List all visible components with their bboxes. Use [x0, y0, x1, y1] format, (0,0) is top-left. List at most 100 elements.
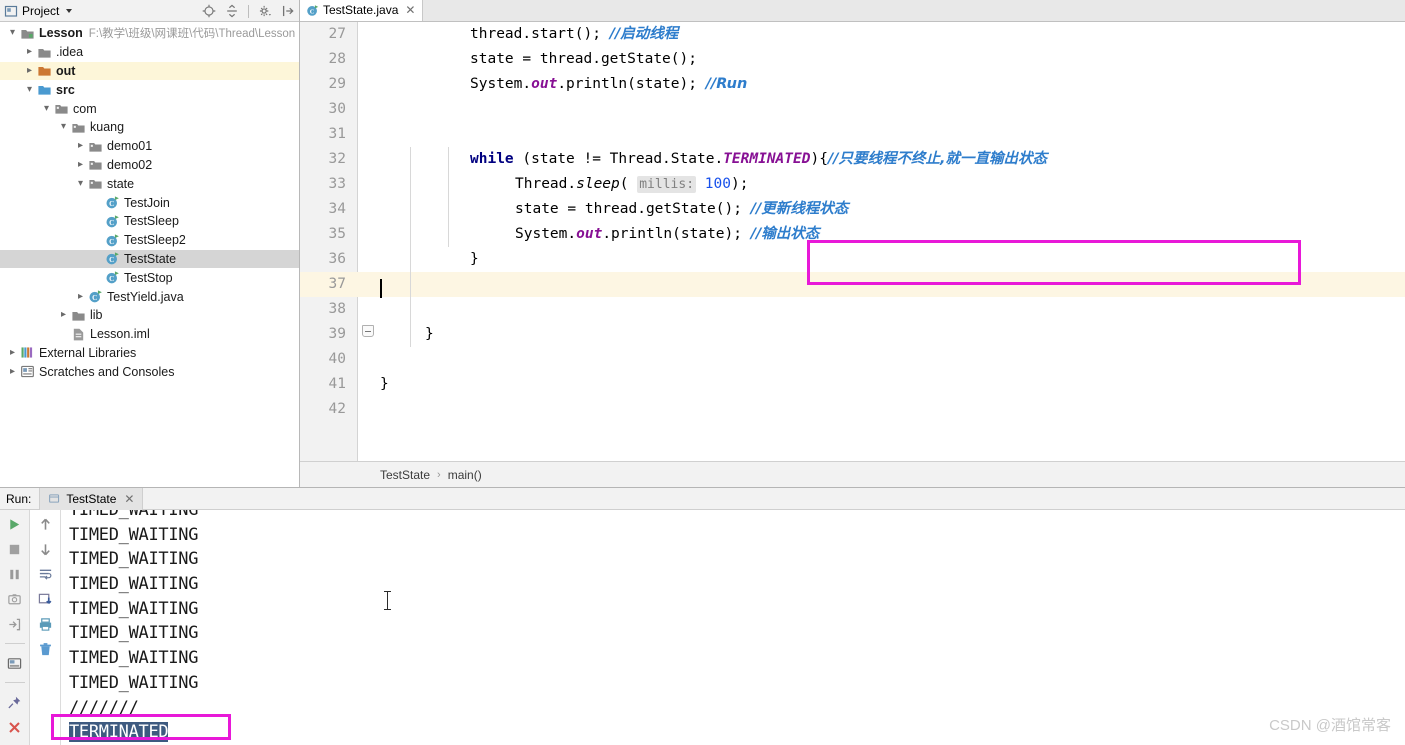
code-line-27[interactable]: 27 thread.start(); //启动线程	[300, 22, 1405, 47]
pin-icon[interactable]	[6, 693, 24, 711]
tree-item-label: state	[107, 176, 135, 191]
chevron-right-icon[interactable]: ▸	[74, 159, 87, 170]
tree-item-src[interactable]: ▾ src	[0, 80, 299, 99]
code-line-40[interactable]: 40	[300, 347, 1405, 372]
chevron-right-icon[interactable]: ▸	[57, 310, 70, 320]
console-line-selected[interactable]: TERMINATED	[62, 720, 1405, 745]
fold-marker[interactable]	[362, 325, 374, 337]
gear-icon[interactable]	[258, 4, 272, 18]
hide-icon[interactable]	[281, 4, 295, 18]
code-line-34[interactable]: 34 state = thread.getState(); //更新线程状态	[300, 197, 1405, 222]
down-arrow-icon[interactable]	[37, 540, 55, 558]
code-lines[interactable]: 27 thread.start(); //启动线程 28 state = thread…	[300, 22, 1405, 422]
breadcrumb[interactable]: TestState › main()	[300, 461, 1405, 487]
chevron-right-icon[interactable]: ▸	[23, 65, 36, 76]
run-tab-teststate[interactable]: TestState ✕	[39, 487, 144, 510]
run-toolbar-primary[interactable]	[0, 510, 30, 745]
tree-item-lesson-iml[interactable]: Lesson.iml	[0, 325, 299, 344]
tree-item-out[interactable]: ▸ out	[0, 61, 299, 81]
tree-item-idea[interactable]: ▸ .idea	[0, 43, 299, 62]
tree-item-demo01[interactable]: ▸ demo01	[0, 137, 299, 156]
trash-icon[interactable]	[37, 640, 55, 658]
console-line[interactable]: TIMED_WAITING	[62, 572, 1405, 597]
tree-item-teststop[interactable]: C TestStop	[0, 268, 299, 287]
close-icon[interactable]	[6, 718, 24, 736]
code-line-28[interactable]: 28 state = thread.getState();	[300, 47, 1405, 72]
exit-icon[interactable]	[6, 615, 24, 633]
console-view-icon[interactable]	[6, 654, 24, 672]
editor-tab-label: TestState.java	[323, 3, 399, 17]
chevron-down-icon[interactable]: ▾	[57, 122, 70, 132]
collapse-all-icon[interactable]	[225, 4, 239, 18]
tree-item-testjoin[interactable]: C TestJoin	[0, 193, 299, 212]
up-arrow-icon[interactable]	[37, 515, 55, 533]
tree-item-external-libraries[interactable]: ▸ External Libraries	[0, 344, 299, 363]
breadcrumb-method[interactable]: main()	[448, 468, 482, 482]
console-line[interactable]: TIMED_WAITING	[62, 523, 1405, 548]
code-line-31[interactable]: 31	[300, 122, 1405, 147]
code-line-32[interactable]: 32 while (state != Thread.State.TERMINATE…	[300, 147, 1405, 172]
run-toolbar-secondary[interactable]	[31, 510, 61, 745]
package-icon	[87, 139, 103, 154]
print-icon[interactable]	[37, 615, 55, 633]
scroll-to-end-icon[interactable]	[37, 590, 55, 608]
pause-icon[interactable]	[6, 565, 24, 583]
rerun-icon[interactable]	[6, 515, 24, 533]
tree-item-lib[interactable]: ▸ lib	[0, 306, 299, 325]
locate-icon[interactable]	[202, 4, 216, 18]
code-line-33[interactable]: 33 Thread.sleep( millis: 100);	[300, 172, 1405, 197]
console-line[interactable]: TIMED_WAITING	[62, 510, 1405, 523]
chevron-right-icon[interactable]: ▸	[23, 47, 36, 57]
chevron-down-icon[interactable]: ▾	[40, 103, 53, 114]
tree-item-testsleep2[interactable]: C TestSleep2	[0, 231, 299, 250]
code-line-30[interactable]: 30	[300, 97, 1405, 122]
tree-item-com[interactable]: ▾ com	[0, 99, 299, 118]
code-line-37[interactable]: 37	[300, 272, 1405, 297]
breadcrumb-class[interactable]: TestState	[380, 468, 430, 482]
chevron-right-icon[interactable]: ▸	[74, 141, 87, 151]
console-line[interactable]: ///////	[62, 696, 1405, 721]
code-line-41[interactable]: 41}	[300, 372, 1405, 397]
tree-item-demo02[interactable]: ▸ demo02	[0, 156, 299, 175]
chevron-right-icon[interactable]: ▸	[6, 347, 19, 358]
code-line-29[interactable]: 29 System.out.println(state); //Run	[300, 72, 1405, 97]
stop-icon[interactable]	[6, 540, 24, 558]
editor-tab-teststate[interactable]: C TestState.java ✕	[300, 0, 424, 21]
tree-item-teststate[interactable]: C TestState	[0, 249, 299, 269]
tree-item-label: TestYield.java	[107, 289, 184, 304]
project-title-button[interactable]: Project	[4, 4, 73, 18]
close-icon[interactable]: ✕	[124, 492, 134, 506]
svg-text:C: C	[109, 200, 114, 208]
console-output[interactable]: TIMED_WAITING TIMED_WAITING TIMED_WAITING T…	[62, 510, 1405, 745]
tree-item-lesson[interactable]: ▾ Lesson F:\教学\班级\网课班\代码\Thread\Lesson	[0, 24, 299, 43]
tree-item-kuang[interactable]: ▾ kuang	[0, 118, 299, 137]
code-line-39[interactable]: 39}	[300, 322, 1405, 347]
console-line[interactable]: TIMED_WAITING	[62, 646, 1405, 671]
console-line[interactable]: TIMED_WAITING	[62, 671, 1405, 696]
console-line[interactable]: TIMED_WAITING	[62, 597, 1405, 622]
chevron-down-icon[interactable]: ▾	[74, 178, 87, 189]
chevron-down-icon[interactable]: ▾	[23, 84, 36, 95]
tree-item-state[interactable]: ▾ state	[0, 174, 299, 193]
chevron-right-icon[interactable]: ▸	[74, 291, 87, 302]
java-class-icon: C	[104, 251, 120, 266]
code-line-38[interactable]: 38	[300, 297, 1405, 322]
dump-threads-icon[interactable]	[6, 590, 24, 608]
close-icon[interactable]: ✕	[405, 3, 415, 17]
chevron-down-icon[interactable]: ▾	[6, 28, 19, 38]
code-line-35[interactable]: 35 System.out.println(state); //输出状态	[300, 222, 1405, 247]
code-editor[interactable]: 27 thread.start(); //启动线程 28 state = thread…	[300, 22, 1405, 461]
tree-item-scratches-and-consoles[interactable]: ▸ Scratches and Consoles	[0, 362, 299, 381]
svg-text:C: C	[109, 256, 114, 264]
chevron-right-icon[interactable]: ▸	[6, 366, 19, 377]
indent-guide	[410, 147, 411, 347]
code-line-42[interactable]: 42	[300, 397, 1405, 422]
console-line[interactable]: TIMED_WAITING	[62, 621, 1405, 646]
tree-item-testsleep[interactable]: C TestSleep	[0, 212, 299, 231]
soft-wrap-icon[interactable]	[37, 565, 55, 583]
project-tree[interactable]: ▾ Lesson F:\教学\班级\网课班\代码\Thread\Lesson ▸ .id…	[0, 22, 299, 381]
console-line[interactable]: TIMED_WAITING	[62, 547, 1405, 572]
toolbar-divider	[248, 4, 249, 18]
code-line-36[interactable]: 36}	[300, 247, 1405, 272]
tree-item-testyield-java[interactable]: ▸ C TestYield.java	[0, 287, 299, 306]
